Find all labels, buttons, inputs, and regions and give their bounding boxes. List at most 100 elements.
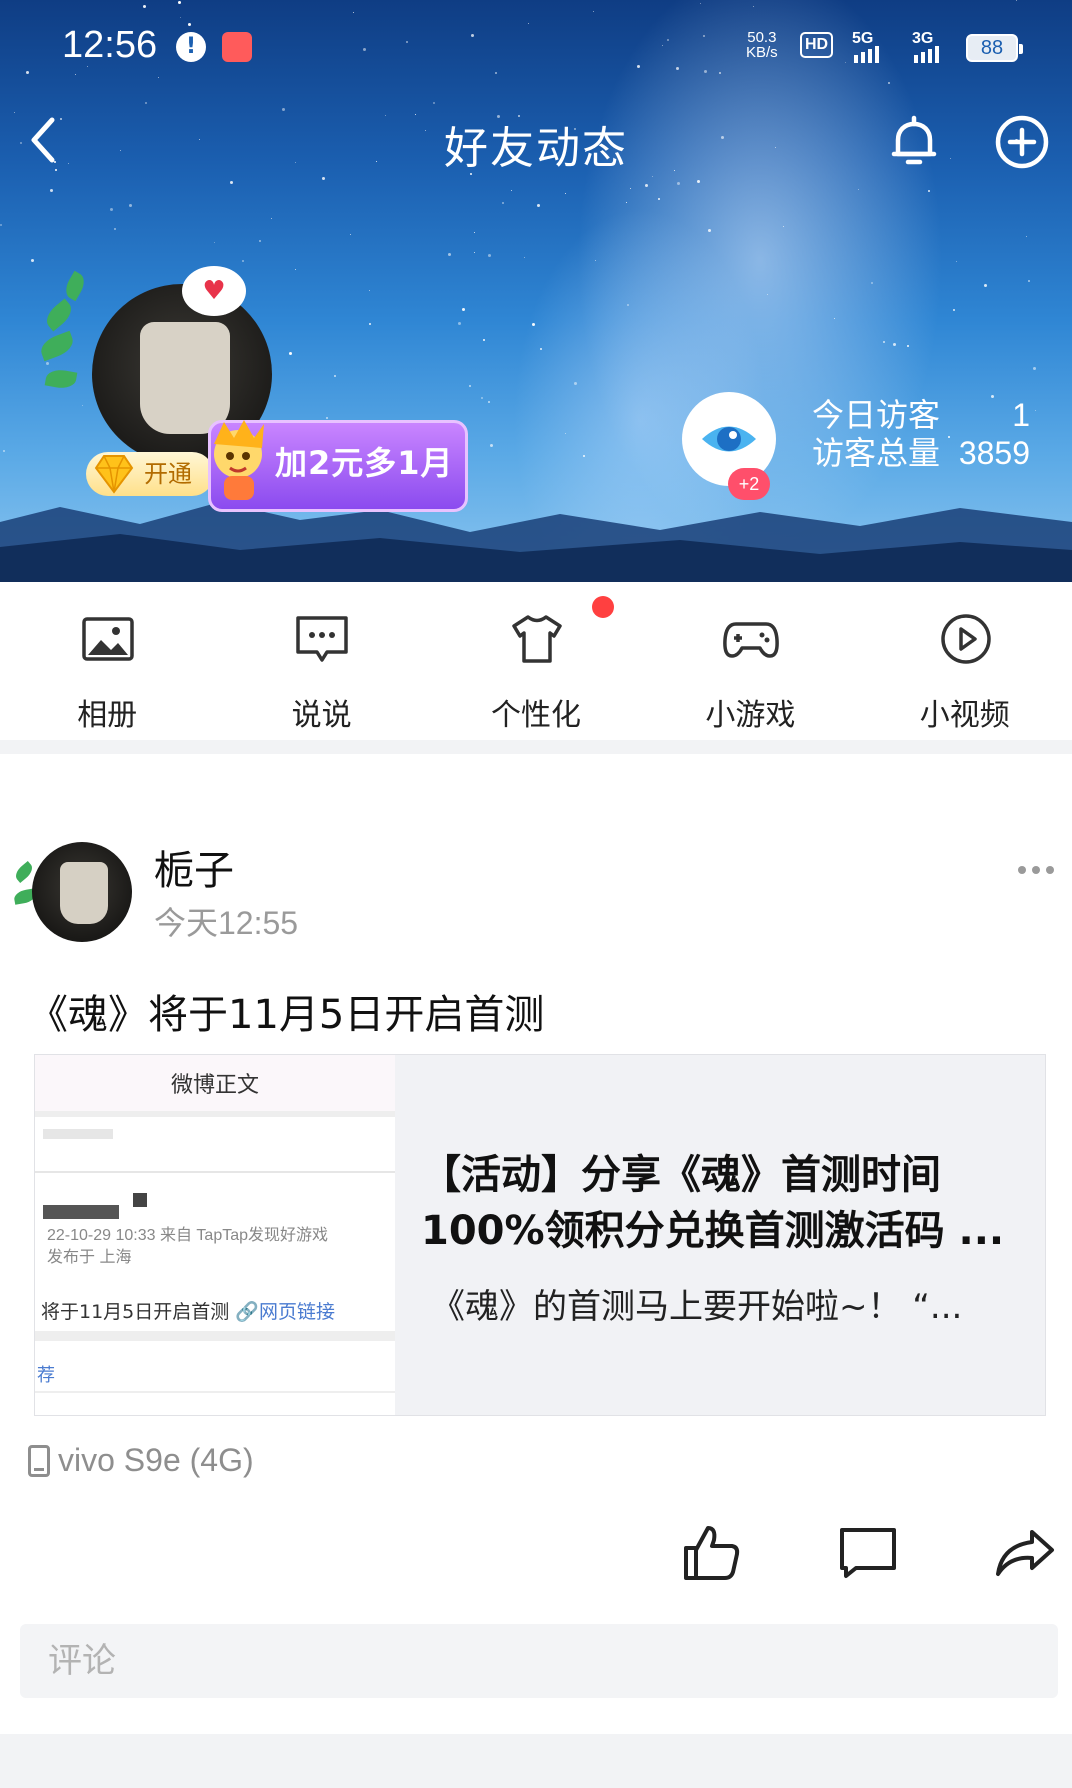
thumbnail-blur <box>133 1193 147 1207</box>
star-dot <box>114 228 116 230</box>
nav-item-games[interactable]: 小游戏 <box>643 582 857 740</box>
thumbnail-header: 微博正文 <box>35 1055 395 1117</box>
star-dot <box>0 224 2 226</box>
star-dot <box>474 232 475 233</box>
star-dot <box>483 339 485 341</box>
heart-icon[interactable]: ♥ <box>182 266 246 316</box>
star-dot <box>334 375 336 377</box>
star-dot <box>295 269 296 270</box>
leaf-decoration <box>41 298 77 332</box>
quick-nav: 相册 说说 个性化 小游戏 小视频 <box>0 582 1072 740</box>
post-timestamp: 今天12:55 <box>154 905 299 941</box>
photo-icon <box>82 617 134 661</box>
profile-banner: 12:56 ! 50.3 KB/s HD 5G 3G 88 好友动态 ♥ 开通 … <box>0 0 1072 582</box>
star-dot <box>369 290 370 291</box>
device-info: vivo S9e (4G) <box>28 1442 254 1479</box>
star-dot <box>883 341 885 343</box>
notifications-button[interactable] <box>884 112 944 172</box>
star-dot <box>433 102 435 104</box>
thumbs-up-icon <box>684 1526 740 1580</box>
star-dot <box>893 343 896 346</box>
star-dot <box>50 189 53 192</box>
plus-circle-icon <box>995 115 1049 169</box>
new-indicator-dot <box>592 596 614 618</box>
star-dot <box>490 444 493 447</box>
star-dot <box>230 181 233 184</box>
star-dot <box>369 323 371 325</box>
star-dot <box>469 385 471 387</box>
comment-icon <box>840 1528 896 1578</box>
nav-item-shuoshuo[interactable]: 说说 <box>214 582 428 740</box>
star-dot <box>658 198 660 200</box>
shared-link-card[interactable]: 微博正文 22-10-29 10:33 来自 TapTap发现好游戏 发布于 上… <box>34 1054 1046 1416</box>
thumbnail-meta-line: 发布于 上海 <box>47 1249 132 1266</box>
diamond-icon <box>94 455 134 494</box>
section-divider <box>0 740 1072 754</box>
star-dot <box>488 401 490 403</box>
visitor-label: 访客总量 <box>812 434 941 472</box>
star-dot <box>907 345 909 347</box>
star-dot <box>627 304 629 306</box>
post-author-avatar[interactable] <box>12 836 132 948</box>
post-text: 《魂》将于11月5日开启首测 <box>28 992 545 1038</box>
star-dot <box>783 226 784 227</box>
star-dot <box>488 254 491 257</box>
star-dot <box>767 294 768 295</box>
gamepad-icon <box>723 622 780 658</box>
leaf-decoration <box>12 860 36 884</box>
comment-input[interactable]: 评论 <box>20 1624 1058 1698</box>
star-dot <box>677 182 680 185</box>
star-dot <box>697 180 700 183</box>
thumbnail-body: 将于11月5日开启首测 🔗网页链接 <box>41 1297 335 1324</box>
add-post-button[interactable] <box>992 112 1052 172</box>
star-dot <box>1028 280 1030 282</box>
comment-button[interactable] <box>836 1520 900 1584</box>
star-dot <box>322 177 325 180</box>
star-dot <box>31 259 34 262</box>
star-dot <box>834 318 835 319</box>
link-card-title: 【活动】分享《魂》首测时间100%领积分兑换首测激活码 ... <box>421 1152 1005 1254</box>
mascot-icon <box>214 420 264 500</box>
star-dot <box>537 204 540 207</box>
visitor-label: 今日访客 <box>812 396 941 434</box>
nav-item-album[interactable]: 相册 <box>0 582 214 740</box>
star-dot <box>540 348 542 350</box>
star-dot <box>448 253 451 256</box>
thumbnail-body-text: 将于11月5日开启首测 <box>41 1301 236 1323</box>
more-options-button[interactable] <box>1018 862 1062 878</box>
signal-3g-icon <box>914 46 939 63</box>
thumbnail-line <box>43 1129 113 1139</box>
star-dot <box>289 352 292 355</box>
star-dot <box>708 229 711 232</box>
star-dot <box>214 242 215 243</box>
visitor-row-today: 今日访客 1 <box>812 396 1030 434</box>
device-name: vivo S9e (4G) <box>58 1442 254 1478</box>
post-author-name[interactable]: 栀子 <box>154 838 234 896</box>
star-dot <box>956 261 957 262</box>
thumbnail-rule <box>35 1391 395 1393</box>
visitor-count: 3859 <box>958 435 1030 471</box>
share-button[interactable] <box>992 1520 1056 1584</box>
star-dot <box>532 323 535 326</box>
battery-indicator: 88 <box>966 34 1023 62</box>
shirt-icon <box>512 615 562 663</box>
play-circle-icon <box>940 614 991 664</box>
avatar-image <box>32 842 132 942</box>
star-dot <box>574 382 577 385</box>
star-dot <box>595 260 596 261</box>
like-button[interactable] <box>680 1520 744 1584</box>
star-dot <box>652 176 653 177</box>
visitor-count: 1 <box>1012 397 1030 433</box>
leaf-decoration <box>61 270 89 302</box>
nav-label: 个性化 <box>490 698 581 733</box>
link-thumbnail: 微博正文 22-10-29 10:33 来自 TapTap发现好游戏 发布于 上… <box>35 1055 395 1415</box>
chat-bubble-icon <box>296 616 349 662</box>
star-dot <box>626 202 627 203</box>
visitor-stats[interactable]: 今日访客 1 访客总量 3859 <box>812 396 1030 472</box>
star-dot <box>953 309 955 311</box>
star-dot <box>502 202 504 204</box>
leaf-decoration <box>37 330 77 362</box>
new-visitors-badge: +2 <box>728 468 770 500</box>
nav-item-video[interactable]: 小视频 <box>858 582 1072 740</box>
bell-icon <box>891 115 937 165</box>
